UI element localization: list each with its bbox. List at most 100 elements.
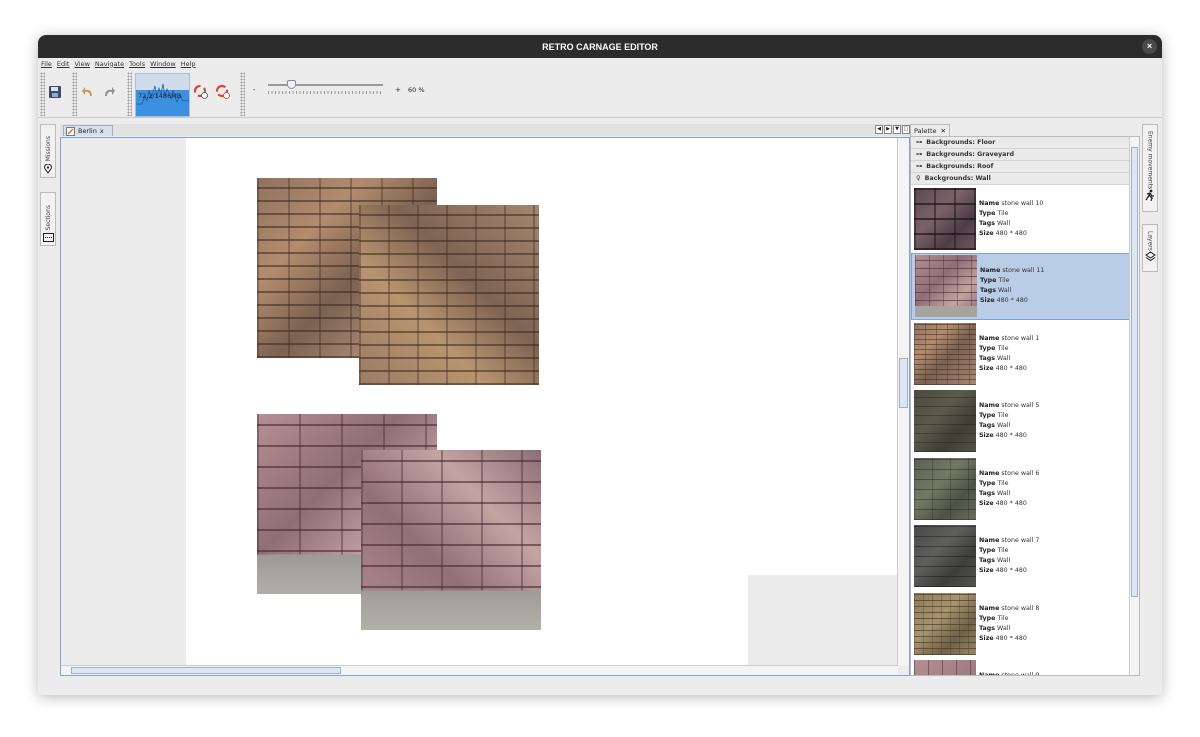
palette-category[interactable]: ⊶ Backgrounds: Floor [911,137,1139,149]
zoom-control: - + 60 % [248,78,438,100]
menu-bar: File Edit View Navigate Tools Window Hel… [38,58,1162,69]
name-label: Name [979,199,1000,207]
map-editor[interactable] [60,137,910,676]
toolbar-grip[interactable] [72,72,77,116]
type-label: Type [979,614,996,622]
toolbar-grip[interactable] [40,72,45,116]
document-edit-icon [66,126,75,136]
type-label: Type [980,277,997,285]
palette-item[interactable]: Name stone wall 9 Type Tile Tags Wall Si… [911,658,1139,675]
editor-vertical-scrollbar[interactable] [897,138,909,666]
tile-size: 480 * 480 [995,634,1027,642]
tab-palette[interactable]: Palette ✕ [910,124,950,136]
toolbar-grip[interactable] [240,72,245,116]
horizontal-scroll-thumb[interactable] [71,667,341,674]
toolbar-grip[interactable] [127,72,132,116]
tile-thumbnail [914,187,976,250]
tile-thumbnail [914,592,976,655]
tile-tags: Wall [998,287,1012,295]
category-toggle-icon: ⊶ [916,139,923,146]
palette-list[interactable]: ⊶ Backgrounds: Floor ⊶ Backgrounds: Graveya… [910,136,1140,676]
palette-category[interactable]: ⊶ Backgrounds: Graveyard [911,149,1139,161]
tile-tags: Wall [997,557,1011,565]
palette-item[interactable]: Name stone wall 7 Type Tile Tags Wall Si… [911,523,1139,591]
type-label: Type [979,209,996,217]
placed-tile-stone-wall-1[interactable] [359,205,539,385]
tile-meta: Name stone wall 9 Type Tile Tags Wall Si… [979,671,1039,675]
save-button[interactable] [46,83,64,101]
size-label: Size [979,364,994,372]
tile-thumbnail [915,255,977,318]
menu-window[interactable]: Window [150,60,176,68]
tab-close-icon[interactable]: x [100,127,104,135]
zoom-minus[interactable]: - [253,86,256,94]
redo-button[interactable] [100,83,118,101]
menu-edit[interactable]: Edit [57,60,70,68]
palette-scrollbar[interactable] [1129,137,1139,675]
title-bar: RETRO CARNAGE EDITOR × [38,35,1162,58]
undo-button[interactable] [79,83,97,101]
tab-list-icon[interactable]: ▼ [893,125,901,134]
tab-berlin[interactable]: Berlin x [63,125,113,136]
tab-scroll-right-icon[interactable]: ▶ [884,125,892,134]
palette-item[interactable]: Name stone wall 1 Type Tile Tags Wall Si… [911,320,1139,388]
tile-thumbnail [914,390,976,453]
menu-navigate[interactable]: Navigate [95,60,124,68]
tile-size: 480 * 480 [995,229,1027,237]
palette-close-icon[interactable]: ✕ [941,127,946,135]
map-pin-icon [43,164,53,174]
category-toggle-icon: ♀ [916,175,921,182]
layers-icon [1144,251,1156,261]
vertical-scroll-thumb[interactable] [899,358,908,408]
tags-label: Tags [980,287,996,295]
tile-tags: Wall [997,422,1011,430]
memory-monitor[interactable]: 72,2/1486MB [135,73,190,117]
palette-category[interactable]: ⊶ Backgrounds: Roof [911,161,1139,173]
tags-label: Tags [979,422,995,430]
garbage-collect-button[interactable] [192,83,210,101]
menu-file[interactable]: File [41,60,52,68]
enemy-movements-label: Enemy movements [1146,131,1154,190]
name-label: Name [979,402,1000,410]
zoom-slider-thumb[interactable] [287,80,296,89]
palette-item[interactable]: Name stone wall 6 Type Tile Tags Wall Si… [911,455,1139,523]
category-label: Backgrounds: Graveyard [926,151,1015,158]
zoom-slider-track[interactable] [268,84,383,86]
name-label: Name [979,334,1000,342]
sections-tab[interactable]: Sections [40,192,56,246]
enemy-movements-tab[interactable]: Enemy movements [1142,124,1158,212]
name-label: Name [979,604,1000,612]
tile-tags: Wall [997,624,1011,632]
palette-item[interactable]: Name stone wall 10 Type Tile Tags Wall S… [911,185,1139,253]
save-icon [49,86,61,98]
editor-horizontal-scrollbar[interactable] [61,665,898,675]
palette-tab-label: Palette [914,126,937,135]
tile-type: Tile [997,209,1009,217]
tile-thumbnail [914,525,976,588]
reset-peak-button[interactable] [214,83,232,101]
zoom-plus[interactable]: + [395,86,401,94]
placed-tile-stone-wall-11[interactable] [361,450,541,630]
tile-name: stone wall 1 [1001,334,1040,342]
menu-help[interactable]: Help [181,60,196,68]
maximize-icon[interactable]: □ [902,125,910,134]
tags-label: Tags [979,557,995,565]
palette-category[interactable]: ♀ Backgrounds: Wall [911,173,1139,185]
close-window-button[interactable]: × [1142,39,1157,54]
tile-type: Tile [997,547,1009,555]
palette-item[interactable]: Name stone wall 5 Type Tile Tags Wall Si… [911,388,1139,456]
right-dock: Enemy movements Layers [1142,124,1160,284]
type-label: Type [979,547,996,555]
palette-scroll-thumb[interactable] [1131,147,1138,597]
tab-scroll-left-icon[interactable]: ◀ [875,125,883,134]
palette-item[interactable]: Name stone wall 8 Type Tile Tags Wall Si… [911,590,1139,658]
tile-meta: Name stone wall 11 Type Tile Tags Wall S… [980,266,1044,306]
layers-tab[interactable]: Layers [1142,224,1158,272]
menu-tools[interactable]: Tools [129,60,145,68]
palette-item[interactable]: Name stone wall 11 Type Tile Tags Wall S… [911,252,1139,320]
window-title: RETRO CARNAGE EDITOR [542,41,658,52]
size-label: Size [979,432,994,440]
missions-tab[interactable]: Missions [40,124,56,178]
tile-type: Tile [997,412,1009,420]
menu-view[interactable]: View [74,60,89,68]
